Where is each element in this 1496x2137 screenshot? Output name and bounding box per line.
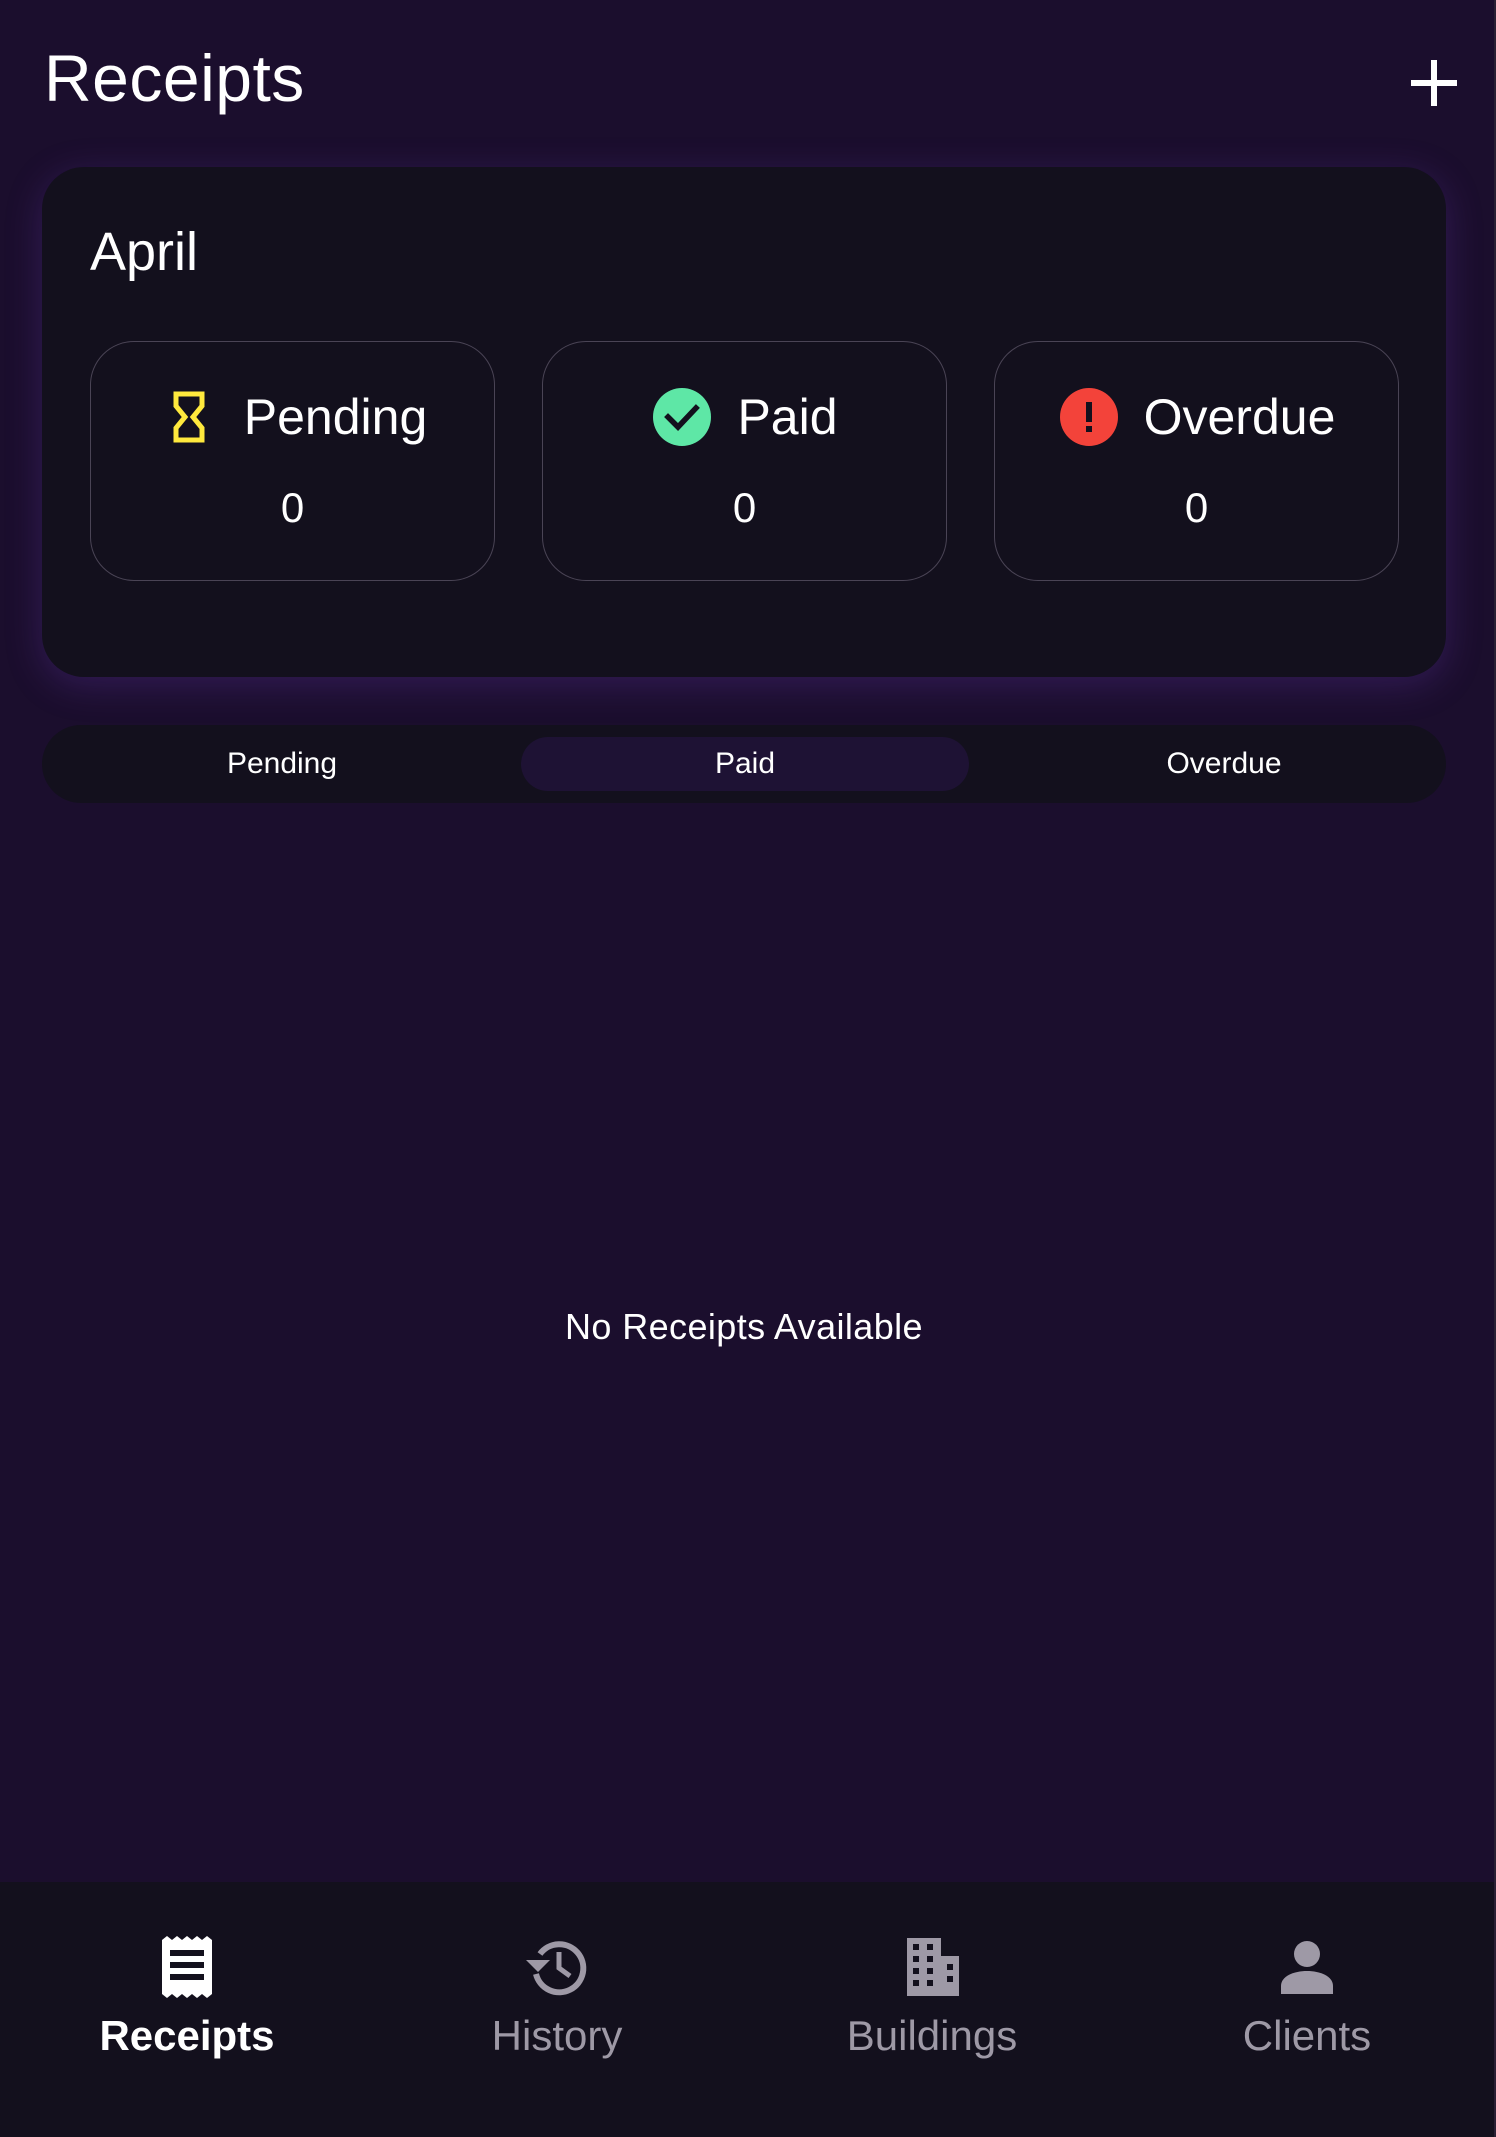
nav-item-buildings[interactable]: Buildings — [745, 1882, 1119, 2137]
tab-pending[interactable]: Pending — [42, 725, 522, 803]
stat-header: Overdue — [995, 382, 1398, 452]
nav-label: Buildings — [846, 2012, 1018, 2059]
stat-label: Paid — [737, 389, 838, 445]
nav-label: Receipts — [99, 2012, 275, 2059]
stat-label: Overdue — [1143, 389, 1336, 445]
check-circle-icon — [653, 388, 712, 446]
tab-overdue[interactable]: Overdue — [1002, 725, 1446, 803]
nav-item-receipts[interactable]: Receipts — [0, 1882, 374, 2137]
history-icon — [526, 1941, 587, 1996]
stat-count: 0 — [732, 484, 757, 531]
stat-header: Paid — [543, 382, 946, 452]
nav-label: Clients — [1242, 2012, 1372, 2059]
status-tabs: Pending Paid Overdue — [42, 725, 1446, 803]
app-screen: Receipts April Pending 0 Paid 0 Overdue … — [0, 0, 1496, 2137]
building-icon — [907, 1938, 959, 1996]
paid-stat-card[interactable]: Paid 0 — [542, 341, 947, 581]
error-circle-icon — [1059, 388, 1118, 446]
stat-header: Pending — [91, 382, 494, 452]
overdue-stat-card[interactable]: Overdue 0 — [994, 341, 1399, 581]
nav-item-clients[interactable]: Clients — [1120, 1882, 1494, 2137]
person-icon — [1281, 1941, 1333, 1994]
page-title: Receipts — [44, 41, 305, 115]
pending-stat-card[interactable]: Pending 0 — [90, 341, 495, 581]
empty-state-message: No Receipts Available — [565, 1306, 923, 1347]
receipt-icon — [162, 1936, 212, 1998]
stat-count: 0 — [280, 484, 305, 531]
bottom-navigation: Receipts History Buildings Clients — [0, 1882, 1494, 2137]
stat-count: 0 — [1184, 484, 1209, 531]
tab-paid[interactable]: Paid — [521, 737, 969, 791]
header: Receipts — [0, 0, 1496, 160]
hourglass-icon — [173, 391, 205, 443]
month-title: April — [90, 222, 199, 282]
month-summary-card: April Pending 0 Paid 0 Overdue 0 — [42, 167, 1446, 677]
stat-label: Pending — [243, 389, 428, 445]
nav-label: History — [491, 2012, 623, 2059]
nav-item-history[interactable]: History — [370, 1882, 744, 2137]
add-receipt-button[interactable] — [1400, 48, 1470, 118]
